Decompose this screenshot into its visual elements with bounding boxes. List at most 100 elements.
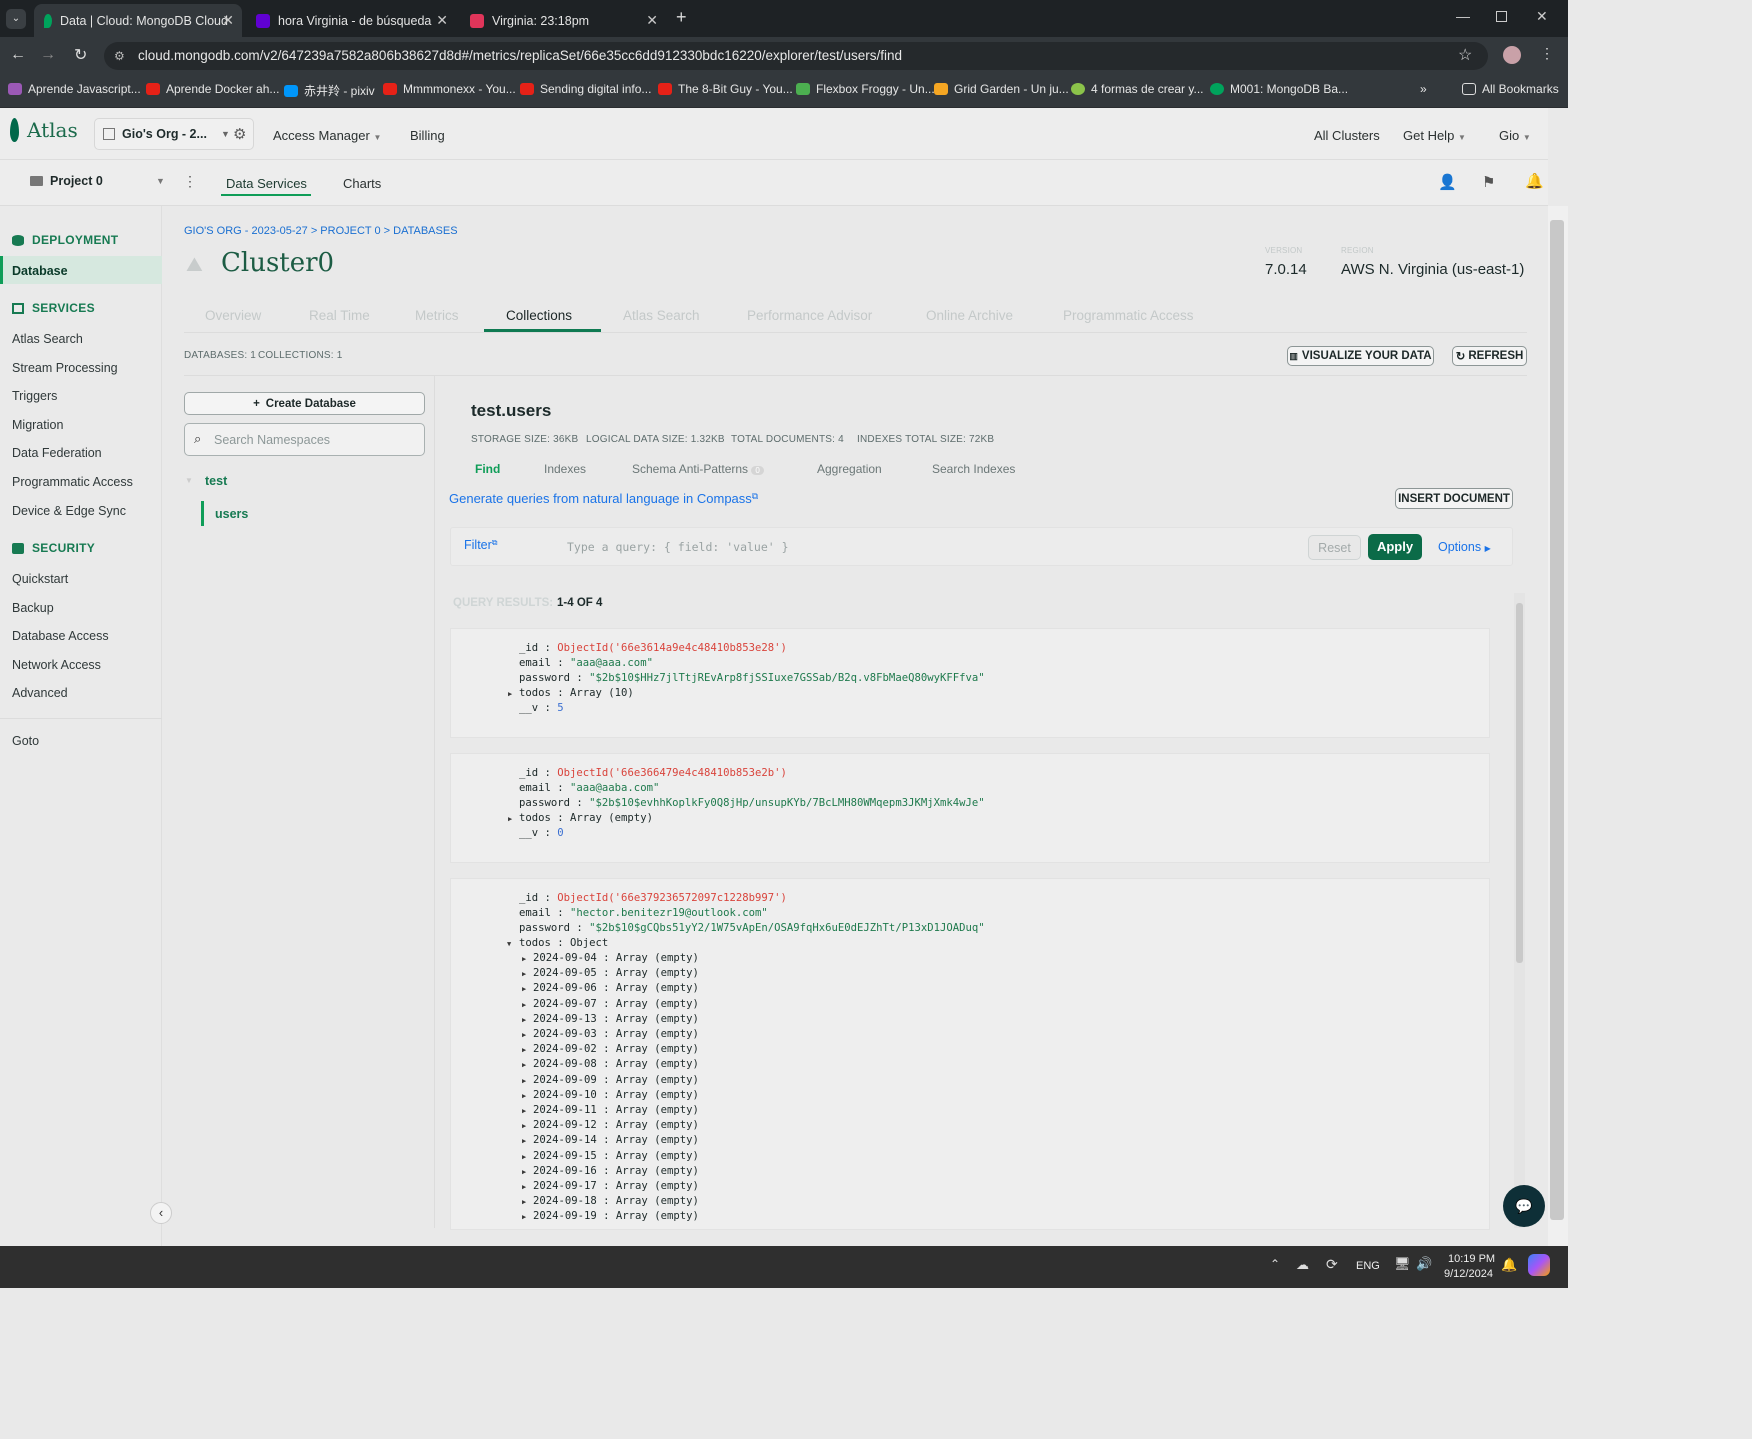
sidebar-item-advanced[interactable]: Advanced — [12, 686, 68, 700]
search-namespaces-input[interactable]: ⌕ Search Namespaces — [184, 423, 425, 456]
bookmark-star-icon[interactable]: ☆ — [1458, 45, 1472, 65]
invite-user-icon[interactable]: 👤 — [1438, 173, 1457, 191]
get-help-menu[interactable]: Get Help ▼ — [1403, 128, 1466, 143]
apply-button[interactable]: Apply — [1368, 534, 1422, 560]
tab-programmatic-access[interactable]: Programmatic Access — [1063, 308, 1194, 323]
bookmark-item[interactable]: Mmmmonexx - You... — [383, 82, 516, 96]
expand-entry-icon[interactable]: ▶ — [522, 1153, 526, 1161]
subtab-aggregation[interactable]: Aggregation — [817, 462, 882, 476]
tab-mongodb[interactable]: Data | Cloud: MongoDB Cloud ✕ — [34, 4, 242, 37]
expand-todos-icon[interactable]: ▶ — [508, 815, 512, 823]
document-card[interactable]: _id : ObjectId('66e379236572097c1228b997… — [450, 878, 1490, 1230]
charts-tab[interactable]: Charts — [343, 176, 381, 191]
collapse-todos-icon[interactable]: ▼ — [507, 940, 511, 948]
tab-online-archive[interactable]: Online Archive — [926, 308, 1013, 323]
clock-time[interactable]: 10:19 PM — [1448, 1253, 1495, 1265]
document-card[interactable]: _id : ObjectId('66e3614a9e4c48410b853e28… — [450, 628, 1490, 738]
expand-entry-icon[interactable]: ▶ — [522, 1016, 526, 1024]
language-indicator[interactable]: ENG — [1356, 1260, 1380, 1272]
project-menu-icon[interactable]: ⋮ — [183, 173, 197, 190]
sidebar-item-data-federation[interactable]: Data Federation — [12, 446, 102, 460]
bookmark-item[interactable]: Flexbox Froggy - Un... — [796, 82, 935, 96]
more-bookmarks-icon[interactable]: » — [1420, 82, 1427, 96]
all-clusters-link[interactable]: All Clusters — [1314, 128, 1380, 143]
query-input[interactable]: Type a query: { field: 'value' } — [560, 533, 1300, 560]
expand-entry-icon[interactable]: ▶ — [522, 1213, 526, 1221]
reload-icon[interactable]: ↻ — [74, 45, 87, 65]
bookmark-item[interactable]: Aprende Javascript... — [8, 82, 141, 96]
namespace-db-test[interactable]: test — [205, 474, 227, 488]
namespace-collection-users[interactable]: users — [215, 507, 248, 521]
results-scrollbar-track[interactable] — [1514, 593, 1525, 1228]
expand-todos-icon[interactable]: ▶ — [508, 690, 512, 698]
expand-entry-icon[interactable]: ▶ — [522, 1168, 526, 1176]
expand-entry-icon[interactable]: ▶ — [522, 970, 526, 978]
sidebar-item-device-edge-sync[interactable]: Device & Edge Sync — [12, 504, 126, 518]
volume-icon[interactable]: 🔊 — [1416, 1256, 1432, 1272]
sidebar-item-quickstart[interactable]: Quickstart — [12, 572, 68, 586]
tab-real-time[interactable]: Real Time — [309, 308, 370, 323]
tab-yahoo[interactable]: hora Virginia - de búsqueda ✕ — [246, 4, 456, 37]
tab-overview[interactable]: Overview — [205, 308, 261, 323]
visualize-data-button[interactable]: ▥ VISUALIZE YOUR DATA — [1287, 346, 1434, 366]
sidebar-item-goto[interactable]: Goto — [12, 734, 39, 748]
bookmark-item[interactable]: Grid Garden - Un ju... — [934, 82, 1069, 96]
expand-entry-icon[interactable]: ▶ — [522, 1137, 526, 1145]
browser-menu-icon[interactable]: ⋮ — [1540, 45, 1554, 62]
reset-button[interactable]: Reset — [1308, 535, 1361, 560]
page-scrollbar-thumb[interactable] — [1550, 220, 1564, 1220]
results-scrollbar-thumb[interactable] — [1516, 603, 1523, 963]
show-hidden-icons-chevron-icon[interactable]: ⌃ — [1270, 1257, 1280, 1271]
sidebar-item-network-access[interactable]: Network Access — [12, 658, 101, 672]
tab-virginia[interactable]: Virginia: 23:18pm ✕ — [460, 4, 666, 37]
close-tab-icon[interactable]: ✕ — [646, 12, 658, 29]
notification-bell-icon[interactable]: 🔔 — [1501, 1257, 1517, 1273]
insert-document-button[interactable]: INSERT DOCUMENT — [1395, 488, 1513, 509]
tab-performance-advisor[interactable]: Performance Advisor — [747, 308, 872, 323]
subtab-indexes[interactable]: Indexes — [544, 462, 586, 476]
collapse-sidebar-icon[interactable]: ‹ — [150, 1202, 172, 1224]
tab-collections[interactable]: Collections — [506, 308, 572, 323]
copilot-icon[interactable] — [1528, 1254, 1550, 1276]
sidebar-item-triggers[interactable]: Triggers — [12, 389, 57, 403]
org-selector[interactable]: Gio's Org - 2... ▼ — [94, 118, 254, 150]
project-selector[interactable]: Project 0 ▼ — [30, 174, 166, 188]
atlas-logo[interactable]: Atlas — [10, 118, 78, 142]
refresh-button[interactable]: ↻ REFRESH — [1452, 346, 1527, 366]
bookmark-item[interactable]: Aprende Docker ah... — [146, 82, 279, 96]
bookmark-item[interactable]: The 8-Bit Guy - You... — [658, 82, 793, 96]
data-services-tab[interactable]: Data Services — [226, 176, 307, 191]
expand-db-icon[interactable]: ▼ — [185, 476, 193, 485]
new-tab-icon[interactable]: + — [676, 7, 687, 28]
filter-link[interactable]: Filter⧉ — [464, 538, 498, 552]
close-tab-icon[interactable]: ✕ — [436, 12, 448, 29]
document-card[interactable]: _id : ObjectId('66e366479e4c48410b853e2b… — [450, 753, 1490, 863]
billing-link[interactable]: Billing — [410, 128, 445, 143]
notifications-bell-icon[interactable]: 🔔 — [1525, 172, 1544, 190]
forward-icon[interactable]: → — [40, 46, 56, 64]
clock-date[interactable]: 9/12/2024 — [1444, 1268, 1493, 1280]
onedrive-cloud-icon[interactable]: ☁ — [1296, 1257, 1309, 1273]
sidebar-item-backup[interactable]: Backup — [12, 601, 54, 615]
tab-metrics[interactable]: Metrics — [415, 308, 459, 323]
subtab-schema-anti-patterns[interactable]: Schema Anti-Patterns 0 — [632, 462, 764, 476]
compass-nl-link[interactable]: Generate queries from natural language i… — [449, 491, 758, 506]
org-settings-gear-icon[interactable]: ⚙ — [233, 125, 246, 143]
expand-entry-icon[interactable]: ▶ — [522, 1183, 526, 1191]
close-tab-icon[interactable]: ✕ — [222, 12, 234, 29]
page-scrollbar-track[interactable] — [1548, 206, 1568, 1246]
sidebar-item-programmatic-access[interactable]: Programmatic Access — [12, 475, 133, 489]
minimize-icon[interactable]: — — [1456, 8, 1470, 24]
site-info-icon[interactable]: ⚙ — [114, 42, 125, 70]
sync-icon[interactable]: ⟳ — [1326, 1256, 1338, 1273]
back-icon[interactable]: ← — [10, 46, 26, 64]
maximize-icon[interactable] — [1496, 11, 1507, 22]
chat-support-button[interactable]: 💬 — [1503, 1185, 1545, 1227]
url-field[interactable]: ⚙ cloud.mongodb.com/v2/647239a7582a806b3… — [104, 42, 1488, 70]
access-manager-menu[interactable]: Access Manager ▼ — [273, 128, 381, 143]
expand-entry-icon[interactable]: ▶ — [522, 1031, 526, 1039]
create-database-button[interactable]: + Create Database — [184, 392, 425, 415]
sidebar-item-database-access[interactable]: Database Access — [12, 629, 109, 643]
subtab-search-indexes[interactable]: Search Indexes — [932, 462, 1015, 476]
tab-list-dropdown-icon[interactable]: ⌄ — [6, 9, 26, 29]
